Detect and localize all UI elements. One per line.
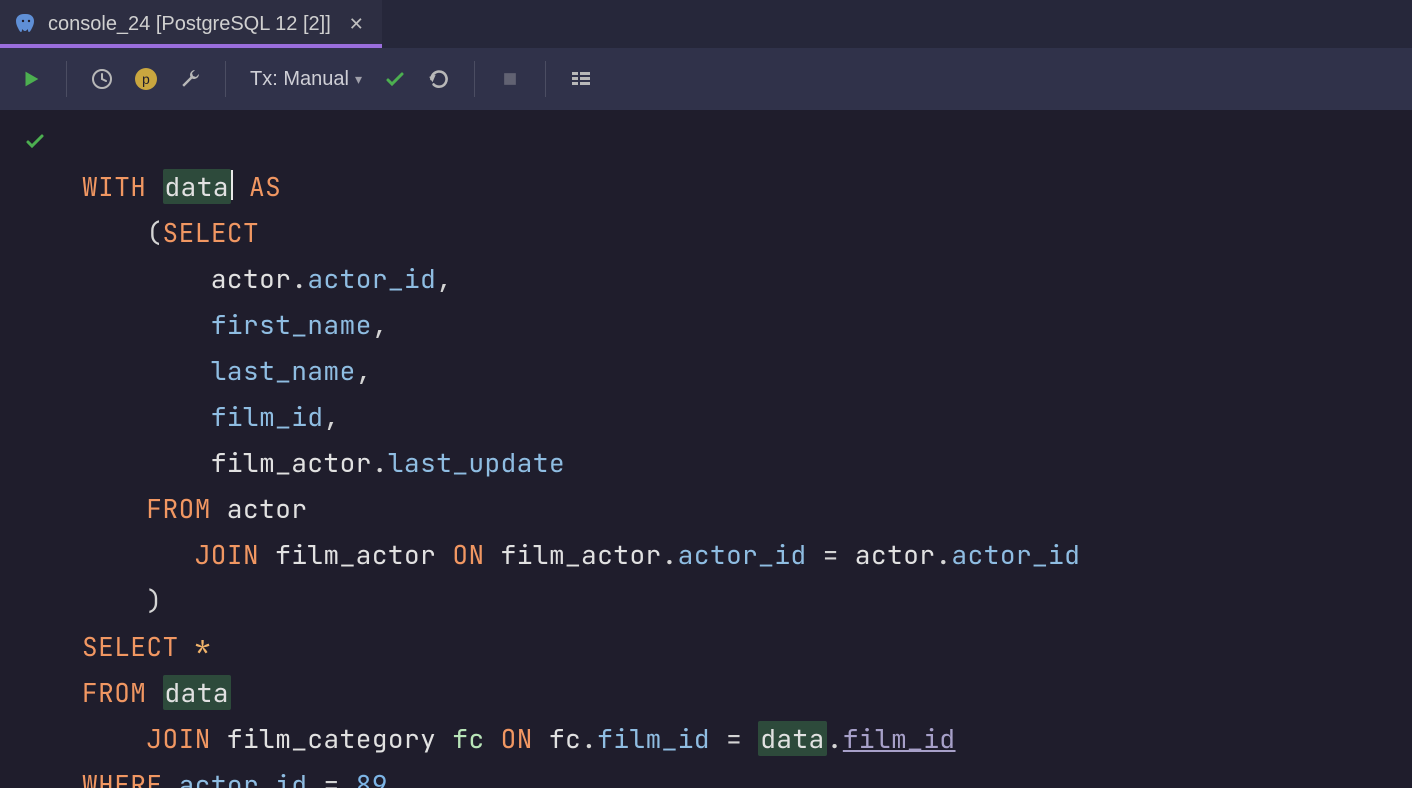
tbl-filmcat: film_category — [227, 721, 436, 756]
kw-from: FROM — [146, 491, 210, 526]
commit-icon[interactable] — [378, 62, 412, 96]
tbl-actor2: actor — [227, 491, 308, 526]
rollback-icon[interactable] — [422, 62, 456, 96]
separator — [474, 61, 475, 97]
star: * — [195, 629, 211, 664]
postgres-badge-icon[interactable]: p — [129, 62, 163, 96]
tbl-actor: actor — [211, 261, 292, 296]
kw-from2: FROM — [82, 675, 146, 710]
col-actorid2: actor_id — [678, 537, 807, 572]
kw-with: WITH — [82, 169, 146, 204]
kw-as: AS — [249, 169, 281, 204]
kw-join: JOIN — [195, 537, 259, 572]
col-firstname: first_name — [211, 307, 372, 342]
tbl-filmactor3: film_actor — [501, 537, 662, 572]
wrench-icon[interactable] — [173, 62, 207, 96]
col-filmid: film_id — [211, 399, 324, 434]
kw-select: SELECT — [163, 215, 260, 250]
chevron-down-icon: ▾ — [355, 71, 362, 88]
text-caret — [231, 170, 233, 200]
kw-where: WHERE — [82, 767, 163, 788]
tab-bar: console_24 [PostgreSQL 12 [2]] ✕ — [0, 0, 1412, 48]
kw-on: ON — [452, 537, 484, 572]
col-actorid: actor_id — [307, 261, 436, 296]
tx-mode-dropdown[interactable]: Tx: Manual ▾ — [244, 68, 368, 91]
cte-ref: data — [163, 675, 231, 710]
check-icon — [23, 129, 47, 153]
lparen: ( — [146, 215, 162, 250]
tbl-actor3: actor — [855, 537, 936, 572]
tab-active-indicator — [0, 44, 382, 48]
cte-name: data — [163, 169, 231, 204]
col-lastupdate: last_update — [388, 445, 565, 480]
toolbar: p Tx: Manual ▾ — [0, 48, 1412, 110]
separator — [545, 61, 546, 97]
table-view-icon[interactable] — [564, 62, 598, 96]
tbl-filmactor: film_actor — [211, 445, 372, 480]
run-button[interactable] — [14, 62, 48, 96]
col-actorid3: actor_id — [952, 537, 1081, 572]
editor-tab[interactable]: console_24 [PostgreSQL 12 [2]] ✕ — [0, 0, 382, 48]
close-icon[interactable]: ✕ — [349, 14, 364, 35]
kw-on2: ON — [501, 721, 533, 756]
col-filmid-link[interactable]: film_id — [843, 721, 956, 756]
svg-text:p: p — [142, 73, 150, 89]
alias-fc: fc — [452, 721, 484, 756]
col-filmid2: film_id — [597, 721, 710, 756]
tab-title: console_24 [PostgreSQL 12 [2]] — [48, 13, 331, 36]
tx-mode-label: Tx: Manual — [250, 68, 349, 91]
editor-area: WITH data AS (SELECT actor.actor_id, fir… — [0, 110, 1412, 788]
col-lastname: last_name — [211, 353, 356, 388]
tbl-filmactor2: film_actor — [275, 537, 436, 572]
tbl-fc: fc — [549, 721, 581, 756]
rparen: ) — [146, 583, 162, 618]
separator — [66, 61, 67, 97]
gutter — [0, 110, 70, 788]
col-actorid-where: actor_id — [179, 767, 308, 788]
kw-join2: JOIN — [146, 721, 210, 756]
stop-icon[interactable] — [493, 62, 527, 96]
history-icon[interactable] — [85, 62, 119, 96]
cte-ref2: data — [758, 721, 826, 756]
kw-select2: SELECT — [82, 629, 179, 664]
separator — [225, 61, 226, 97]
literal-89: 89 — [356, 767, 388, 788]
sql-editor[interactable]: WITH data AS (SELECT actor.actor_id, fir… — [70, 110, 1412, 788]
postgres-icon — [14, 12, 38, 36]
